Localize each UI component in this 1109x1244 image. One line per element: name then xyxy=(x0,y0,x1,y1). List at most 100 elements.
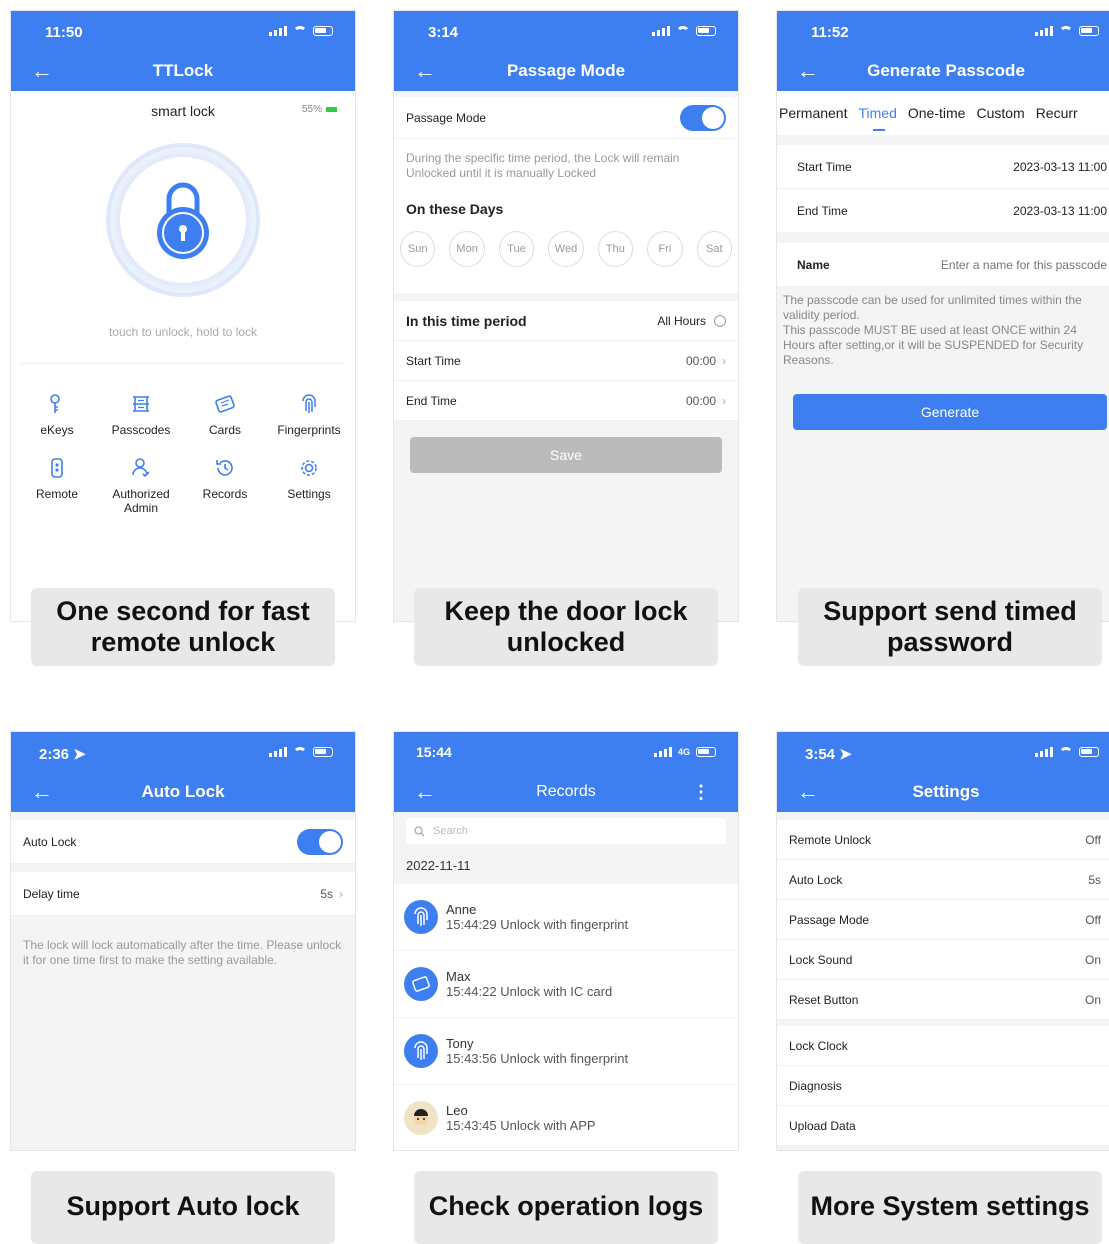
setting-lock-sound[interactable]: Lock Sound On xyxy=(777,940,1109,980)
tab-timed[interactable]: Timed xyxy=(858,105,897,131)
setting-reset-button[interactable]: Reset Button On xyxy=(777,980,1109,1020)
search-placeholder: Search xyxy=(433,825,468,837)
day-thu[interactable]: Thu xyxy=(597,231,634,267)
start-time-row[interactable]: Start Time 2023-03-13 11:00 xyxy=(777,145,1109,189)
feature-label: Settings xyxy=(287,487,331,501)
feature-label: eKeys xyxy=(40,423,74,437)
day-wed[interactable]: Wed xyxy=(548,231,584,267)
back-arrow-icon[interactable]: ← xyxy=(31,59,53,83)
end-time-row[interactable]: End Time 2023-03-13 11:00 xyxy=(777,189,1109,233)
start-time-label: Start Time xyxy=(406,353,461,368)
status-bar: 11:50 xyxy=(11,11,355,53)
caption-auto-lock: Support Auto lock xyxy=(31,1171,335,1244)
back-arrow-icon[interactable]: ← xyxy=(31,780,53,804)
fingerprint-avatar-icon xyxy=(404,900,438,934)
setting-auto-lock[interactable]: Auto Lock 5s xyxy=(777,860,1109,900)
back-arrow-icon[interactable]: ← xyxy=(797,59,819,83)
record-name: Anne xyxy=(446,902,477,917)
end-time-value: 2023-03-13 11:00 xyxy=(1013,203,1107,218)
back-arrow-icon[interactable]: ← xyxy=(414,59,436,83)
tab-permanent[interactable]: Permanent xyxy=(779,105,847,121)
passage-mode-label: Passage Mode xyxy=(406,110,487,125)
auto-lock-toggle[interactable] xyxy=(297,828,343,855)
delay-time-row[interactable]: Delay time 5s › xyxy=(11,872,355,916)
padlock-icon xyxy=(157,182,209,259)
search-icon xyxy=(414,825,425,836)
feature-grid: eKeys Passcodes Cards Fingerprints Remot… xyxy=(15,391,351,515)
setting-lock-clock[interactable]: Lock Clock xyxy=(777,1026,1109,1066)
feature-label: Remote xyxy=(35,487,79,501)
more-vertical-icon[interactable]: ⋮ xyxy=(692,782,710,803)
unlock-button[interactable] xyxy=(106,143,260,297)
feature-cards[interactable]: Cards xyxy=(183,391,267,437)
battery-icon xyxy=(313,26,333,36)
tab-one-time[interactable]: One-time xyxy=(908,105,966,121)
record-desc: 15:43:56 Unlock with fingerprint xyxy=(446,1051,629,1066)
back-arrow-icon[interactable]: ← xyxy=(414,780,436,804)
end-time-value: 00:00 xyxy=(685,393,716,408)
ic-card-avatar-icon xyxy=(404,967,438,1001)
record-item[interactable]: Leo 15:43:45 Unlock with APP xyxy=(394,1085,738,1150)
battery-icon xyxy=(1079,26,1099,36)
save-button[interactable]: Save xyxy=(410,437,722,473)
setting-label: Lock Clock xyxy=(789,1038,848,1053)
user-avatar-icon xyxy=(404,1101,438,1135)
day-sun[interactable]: Sun xyxy=(400,231,436,267)
feature-passcodes[interactable]: Passcodes xyxy=(99,391,183,437)
status-bar: 15:44 4G xyxy=(394,732,738,774)
auto-lock-label: Auto Lock xyxy=(23,834,77,849)
phone-generate-passcode: 11:52 ← Generate Passcode Permanent Time… xyxy=(776,10,1109,622)
record-item[interactable]: Max 15:44:22 Unlock with IC card xyxy=(394,951,738,1018)
chevron-right-icon: › xyxy=(339,886,343,901)
feature-settings[interactable]: Settings xyxy=(267,455,351,515)
setting-remote-unlock[interactable]: Remote Unlock Off xyxy=(777,820,1109,860)
setting-upload-data[interactable]: Upload Data xyxy=(777,1106,1109,1146)
search-bar[interactable]: Search xyxy=(406,818,726,844)
passage-mode-row: Passage Mode xyxy=(394,97,738,139)
tab-recurring[interactable]: Recurr xyxy=(1036,105,1078,121)
record-item[interactable]: Anne 15:44:29 Unlock with fingerprint xyxy=(394,884,738,951)
unlock-circle xyxy=(120,157,246,283)
auto-lock-row: Auto Lock xyxy=(11,820,355,864)
time-period-row[interactable]: In this time period All Hours xyxy=(394,301,738,341)
feature-fingerprints[interactable]: Fingerprints xyxy=(267,391,351,437)
day-tue[interactable]: Tue xyxy=(498,231,535,267)
setting-label: Reset Button xyxy=(789,992,859,1007)
end-time-row[interactable]: End Time 00:00 › xyxy=(394,381,738,421)
tab-custom[interactable]: Custom xyxy=(976,105,1024,121)
feature-authorized-admin[interactable]: Authorized Admin xyxy=(99,455,183,515)
signal-icon xyxy=(653,747,672,757)
feature-remote[interactable]: Remote xyxy=(15,455,99,515)
passage-mode-toggle[interactable] xyxy=(680,104,726,131)
battery-icon xyxy=(313,747,333,757)
wifi-icon xyxy=(1059,26,1073,36)
setting-label: Auto Lock xyxy=(789,872,843,887)
day-sat[interactable]: Sat xyxy=(696,231,732,267)
status-time: 11:52 xyxy=(811,24,849,41)
day-fri[interactable]: Fri xyxy=(647,231,683,267)
status-bar: 3:54 ➤ xyxy=(777,732,1109,774)
setting-diagnosis[interactable]: Diagnosis xyxy=(777,1066,1109,1106)
record-item[interactable]: Tony 15:43:56 Unlock with fingerprint xyxy=(394,1018,738,1085)
wifi-icon xyxy=(293,26,307,36)
day-selector: Sun Mon Tue Wed Thu Fri Sat xyxy=(394,227,738,279)
all-hours-radio[interactable] xyxy=(714,314,726,327)
records-icon xyxy=(216,460,233,476)
caption-system-settings: More System settings xyxy=(798,1171,1102,1244)
feature-ekeys[interactable]: eKeys xyxy=(15,391,99,437)
passcodes-icon xyxy=(133,396,149,412)
days-title: On these Days xyxy=(394,189,738,227)
setting-passage-mode[interactable]: Passage Mode Off xyxy=(777,900,1109,940)
generate-button[interactable]: Generate xyxy=(793,394,1107,430)
page-title: Auto Lock xyxy=(141,782,225,801)
day-mon[interactable]: Mon xyxy=(449,231,485,267)
all-hours-label: All Hours xyxy=(657,313,706,328)
feature-label: Records xyxy=(202,487,248,501)
start-time-row[interactable]: Start Time 00:00 › xyxy=(394,341,738,381)
passcode-name-input[interactable] xyxy=(897,257,1107,272)
feature-label: Cards xyxy=(208,423,241,437)
phone-ttlock-home: 11:50 ← TTLock smart lock 55% touch to u… xyxy=(10,10,356,622)
feature-records[interactable]: Records xyxy=(183,455,267,515)
back-arrow-icon[interactable]: ← xyxy=(797,780,819,804)
remote-icon xyxy=(51,458,63,478)
